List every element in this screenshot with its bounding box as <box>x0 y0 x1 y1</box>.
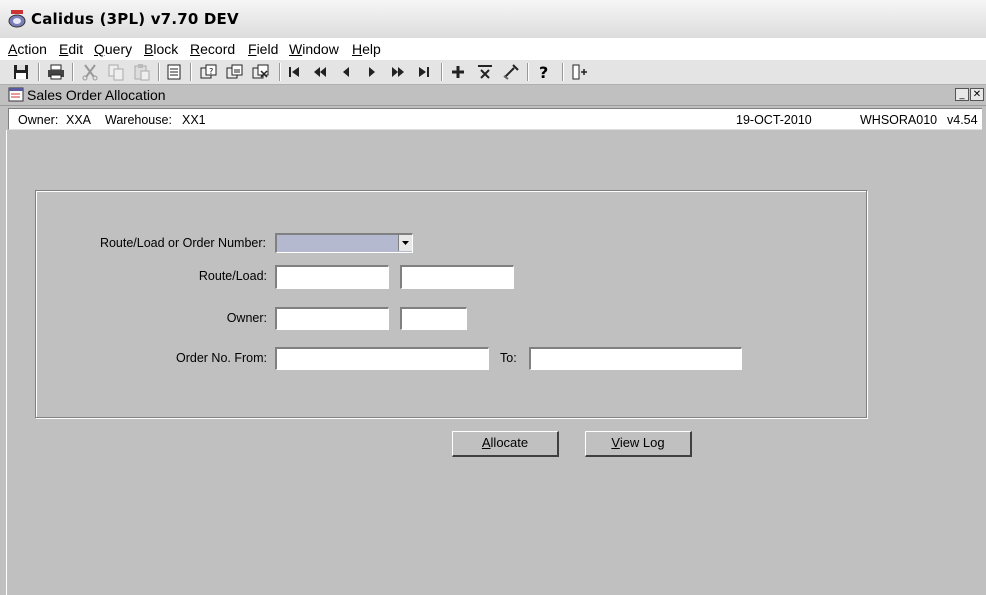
toolbar-separator <box>158 63 160 81</box>
exit-icon[interactable] <box>570 62 590 82</box>
copy-icon[interactable] <box>106 62 126 82</box>
menu-action-label: Action <box>8 41 47 57</box>
previous-block-icon[interactable] <box>310 62 330 82</box>
next-record-icon[interactable] <box>362 62 382 82</box>
toolbar-separator <box>38 63 40 81</box>
owner-label: Owner: <box>226 311 267 325</box>
menu-block-label: Block <box>144 41 179 57</box>
close-icon: ✕ <box>972 89 982 100</box>
app-logo-icon <box>8 10 26 28</box>
allocate-button-label: Allocate <box>481 435 529 450</box>
menu-help[interactable]: Help <box>352 41 381 57</box>
owner-info-value: XXA <box>66 113 92 127</box>
close-button[interactable]: ✕ <box>970 88 984 101</box>
first-record-icon[interactable] <box>284 62 304 82</box>
menu-window[interactable]: Window <box>289 41 339 57</box>
warehouse-info-label: Warehouse: <box>105 113 172 127</box>
module-code: WHSORA010 <box>860 113 938 127</box>
toolbar-separator <box>562 63 564 81</box>
minimize-icon: _ <box>959 89 965 100</box>
toolbar-separator <box>72 63 74 81</box>
minimize-button[interactable]: _ <box>955 88 969 101</box>
order-to-label: To: <box>500 351 517 365</box>
route-load-field-1[interactable] <box>275 265 389 289</box>
subwindow-title: Sales Order Allocation <box>27 87 166 103</box>
module-version: v4.54 <box>947 113 978 127</box>
allocate-button[interactable]: Allocate <box>452 431 559 457</box>
cut-icon[interactable] <box>80 62 100 82</box>
order-from-label: Order No. From: <box>176 351 267 365</box>
toolbar-separator <box>190 63 192 81</box>
route-load-field-2[interactable] <box>400 265 514 289</box>
list-icon[interactable] <box>164 62 184 82</box>
menu-edit[interactable]: Edit <box>59 41 83 57</box>
last-record-icon[interactable] <box>414 62 434 82</box>
menu-help-label: Help <box>352 41 381 57</box>
insert-record-icon[interactable] <box>448 62 468 82</box>
cancel-query-icon[interactable] <box>251 62 271 82</box>
toolbar: ? ? <box>0 60 986 85</box>
menu-field[interactable]: Field <box>248 41 278 57</box>
toolbar-separator <box>527 63 529 81</box>
menu-query-label: Query <box>94 41 133 57</box>
menu-window-label: Window <box>289 41 339 57</box>
enter-query-icon[interactable]: ? <box>199 62 219 82</box>
warehouse-info-value: XX1 <box>182 113 206 127</box>
form-window-icon <box>8 87 25 103</box>
help-icon[interactable]: ? <box>534 62 554 82</box>
order-to-field[interactable] <box>529 347 742 370</box>
print-icon[interactable] <box>46 62 66 82</box>
execute-query-icon[interactable] <box>225 62 245 82</box>
route-or-order-label: Route/Load or Order Number: <box>99 236 266 250</box>
menu-bar: Action Edit Query Block Record Field Win… <box>0 38 986 60</box>
route-or-order-select[interactable] <box>275 233 413 253</box>
toolbar-separator <box>279 63 281 81</box>
toolbar-separator <box>441 63 443 81</box>
window-left-edge <box>6 130 7 595</box>
view-log-button[interactable]: View Log <box>585 431 692 457</box>
menu-query[interactable]: Query <box>94 41 132 57</box>
menu-record[interactable]: Record <box>190 41 235 57</box>
menu-block[interactable]: Block <box>144 41 178 57</box>
svg-text:?: ? <box>539 63 548 82</box>
menu-edit-label: Edit <box>59 41 84 57</box>
window-title-bar[interactable]: Calidus (3PL) v7.70 DEV <box>0 0 986 39</box>
owner-field-1[interactable] <box>275 307 389 330</box>
route-load-label: Route/Load: <box>198 269 267 283</box>
owner-info-label: Owner: <box>18 113 59 127</box>
previous-record-icon[interactable] <box>336 62 356 82</box>
next-block-icon[interactable] <box>388 62 408 82</box>
menu-field-label: Field <box>248 41 279 57</box>
date-display: 19-OCT-2010 <box>736 113 812 127</box>
allocation-form-panel <box>35 190 867 418</box>
paste-icon[interactable] <box>132 62 152 82</box>
save-icon[interactable] <box>11 62 31 82</box>
chevron-down-icon[interactable] <box>398 235 412 251</box>
svg-text:?: ? <box>209 67 213 76</box>
app-title: Calidus (3PL) v7.70 DEV <box>31 10 239 28</box>
context-info-bar: Owner: XXA Warehouse: XX1 19-OCT-2010 WH… <box>8 108 982 130</box>
order-from-field[interactable] <box>275 347 489 370</box>
owner-field-2[interactable] <box>400 307 467 330</box>
delete-record-icon[interactable] <box>475 62 495 82</box>
subwindow-title-bar[interactable]: Sales Order Allocation _ ✕ <box>0 85 986 106</box>
view-log-button-label: View Log <box>611 435 665 450</box>
clear-record-icon[interactable] <box>501 62 521 82</box>
menu-action[interactable]: Action <box>8 41 47 57</box>
menu-record-label: Record <box>190 41 236 57</box>
